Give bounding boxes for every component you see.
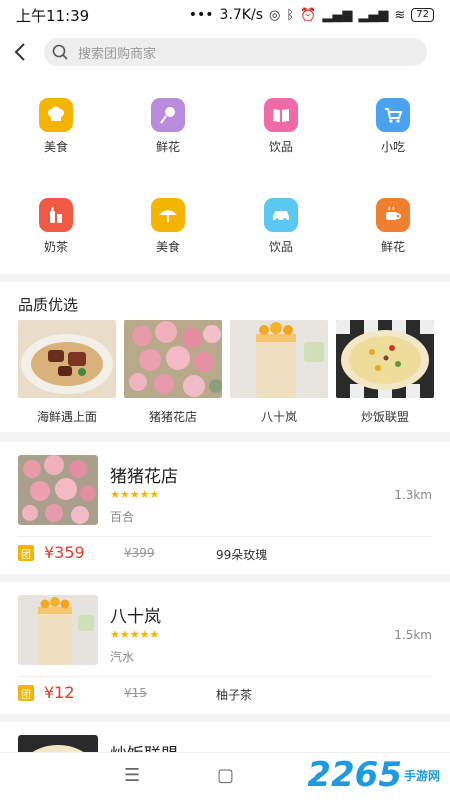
signal-icon: ▂▄▆ xyxy=(322,7,353,23)
category-label: 美食 xyxy=(155,240,180,254)
category-item[interactable]: 美食 xyxy=(112,174,224,274)
food-image xyxy=(18,320,116,398)
status-right: ••• 3.7K/s ◎ ᛒ ⏰ ▂▄▆ ▂▄▆ ≋ 72 xyxy=(189,7,434,23)
status-bar: 上午11:39 ••• 3.7K/s ◎ ᛒ ⏰ ▂▄▆ ▂▄▆ ≋ 72 xyxy=(0,0,450,30)
search-placeholder: 搜索团购商家 xyxy=(78,46,157,62)
category-label: 饮品 xyxy=(268,240,293,254)
category-item[interactable]: 饮品 xyxy=(225,174,337,274)
battery-icon: 72 xyxy=(411,8,434,22)
quality-item-name: 八十岚 xyxy=(260,410,297,424)
category-item[interactable]: 鲜花 xyxy=(112,74,224,174)
search-input[interactable]: 搜索团购商家 xyxy=(44,38,427,66)
quality-item-name: 海鲜遇上面 xyxy=(36,410,97,424)
watermark-site: 手游网 xyxy=(403,768,440,783)
bottle-icon xyxy=(39,198,73,232)
network-speed: 3.7K/s xyxy=(219,7,264,23)
status-time: 上午11:39 xyxy=(16,6,90,25)
category-label: 美食 xyxy=(43,140,68,154)
section-title: 品质优选 xyxy=(18,296,79,314)
drink-image xyxy=(230,320,328,398)
category-grid: 美食 鲜花 饮品 小吃 奶茶 美食 饮品 鲜花 xyxy=(0,74,450,274)
chef-hat-icon xyxy=(39,98,73,132)
fried-rice-image xyxy=(336,320,434,398)
status-dots: ••• xyxy=(188,7,214,23)
quality-item-name: 炒饭联盟 xyxy=(360,410,409,424)
category-item[interactable]: 奶茶 xyxy=(0,174,112,274)
bluetooth-icon: ᛒ xyxy=(286,7,295,23)
category-label: 小吃 xyxy=(380,140,405,154)
category-item[interactable]: 饮品 xyxy=(225,74,337,174)
divider xyxy=(18,536,432,537)
menu-icon[interactable]: ☰ xyxy=(124,765,140,786)
divider xyxy=(18,676,432,677)
category-item[interactable]: 小吃 xyxy=(337,74,449,174)
shop-image xyxy=(18,455,98,525)
category-label: 鲜花 xyxy=(155,140,180,154)
shop-name: 猪猪花店 xyxy=(110,467,178,487)
distance: 1.3km xyxy=(394,488,432,502)
group-buy-badge: 团 xyxy=(18,545,34,561)
star-rating: ★★★★★ xyxy=(110,488,160,501)
deal-name: 柚子茶 xyxy=(216,688,253,702)
page: 上午11:39 ••• 3.7K/s ◎ ᛒ ⏰ ▂▄▆ ▂▄▆ ≋ 72 搜索… xyxy=(0,0,450,800)
shop-name: 八十岚 xyxy=(110,607,161,627)
signal-icon-2: ▂▄▆ xyxy=(358,7,389,23)
quality-item-name: 猪猪花店 xyxy=(148,410,197,424)
distance: 1.5km xyxy=(394,628,432,642)
back-button[interactable] xyxy=(0,30,40,74)
umbrella-icon xyxy=(151,198,185,232)
alarm-icon: ⏰ xyxy=(300,7,317,23)
group-buy-badge: 团 xyxy=(18,685,34,701)
category-item[interactable]: 美食 xyxy=(0,74,112,174)
shop-image xyxy=(18,595,98,665)
category-label: 饮品 xyxy=(268,140,293,154)
wifi-icon: ≋ xyxy=(394,7,406,23)
quality-item[interactable]: 海鲜遇上面 xyxy=(18,320,116,425)
quality-item[interactable]: 八十岚 xyxy=(230,320,328,425)
deal-name: 99朵玫瑰 xyxy=(216,548,268,562)
deal-price: ¥359 xyxy=(44,543,85,562)
shop-card[interactable]: 猪猪花店 ★★★★★ 百合 1.3km 团 ¥359 ¥399 99朵玫瑰 xyxy=(0,442,450,574)
watermark-brand: 2265 xyxy=(307,755,402,795)
home-icon[interactable]: ▢ xyxy=(217,765,234,786)
quality-item[interactable]: 炒饭联盟 xyxy=(336,320,434,425)
deal-price: ¥12 xyxy=(44,683,75,702)
shop-card[interactable]: 八十岚 ★★★★★ 汽水 1.5km 团 ¥12 ¥15 柚子茶 xyxy=(0,582,450,714)
star-rating: ★★★★★ xyxy=(110,628,160,641)
category-label: 奶茶 xyxy=(43,240,68,254)
shop-tag: 百合 xyxy=(110,510,135,524)
quality-item[interactable]: 猪猪花店 xyxy=(124,320,222,425)
category-label: 鲜花 xyxy=(380,240,405,254)
shop-tag: 汽水 xyxy=(110,650,135,664)
chevron-left-icon xyxy=(14,43,25,61)
book-icon xyxy=(264,98,298,132)
car-icon xyxy=(264,198,298,232)
original-price: ¥399 xyxy=(124,546,155,560)
coffee-icon xyxy=(376,198,410,232)
search-icon xyxy=(52,44,68,60)
cart-icon xyxy=(376,98,410,132)
search-header: 搜索团购商家 xyxy=(0,30,450,74)
watermark-logo: 2265 手游网 xyxy=(307,752,440,798)
flower-icon xyxy=(151,98,185,132)
hotspot-icon: ◎ xyxy=(269,7,281,23)
flower-image xyxy=(124,320,222,398)
category-item[interactable]: 鲜花 xyxy=(337,174,449,274)
original-price: ¥15 xyxy=(124,686,147,700)
quality-section: 品质优选 海鲜遇上面 猪猪花店 八十岚 炒饭联盟 xyxy=(0,282,450,432)
